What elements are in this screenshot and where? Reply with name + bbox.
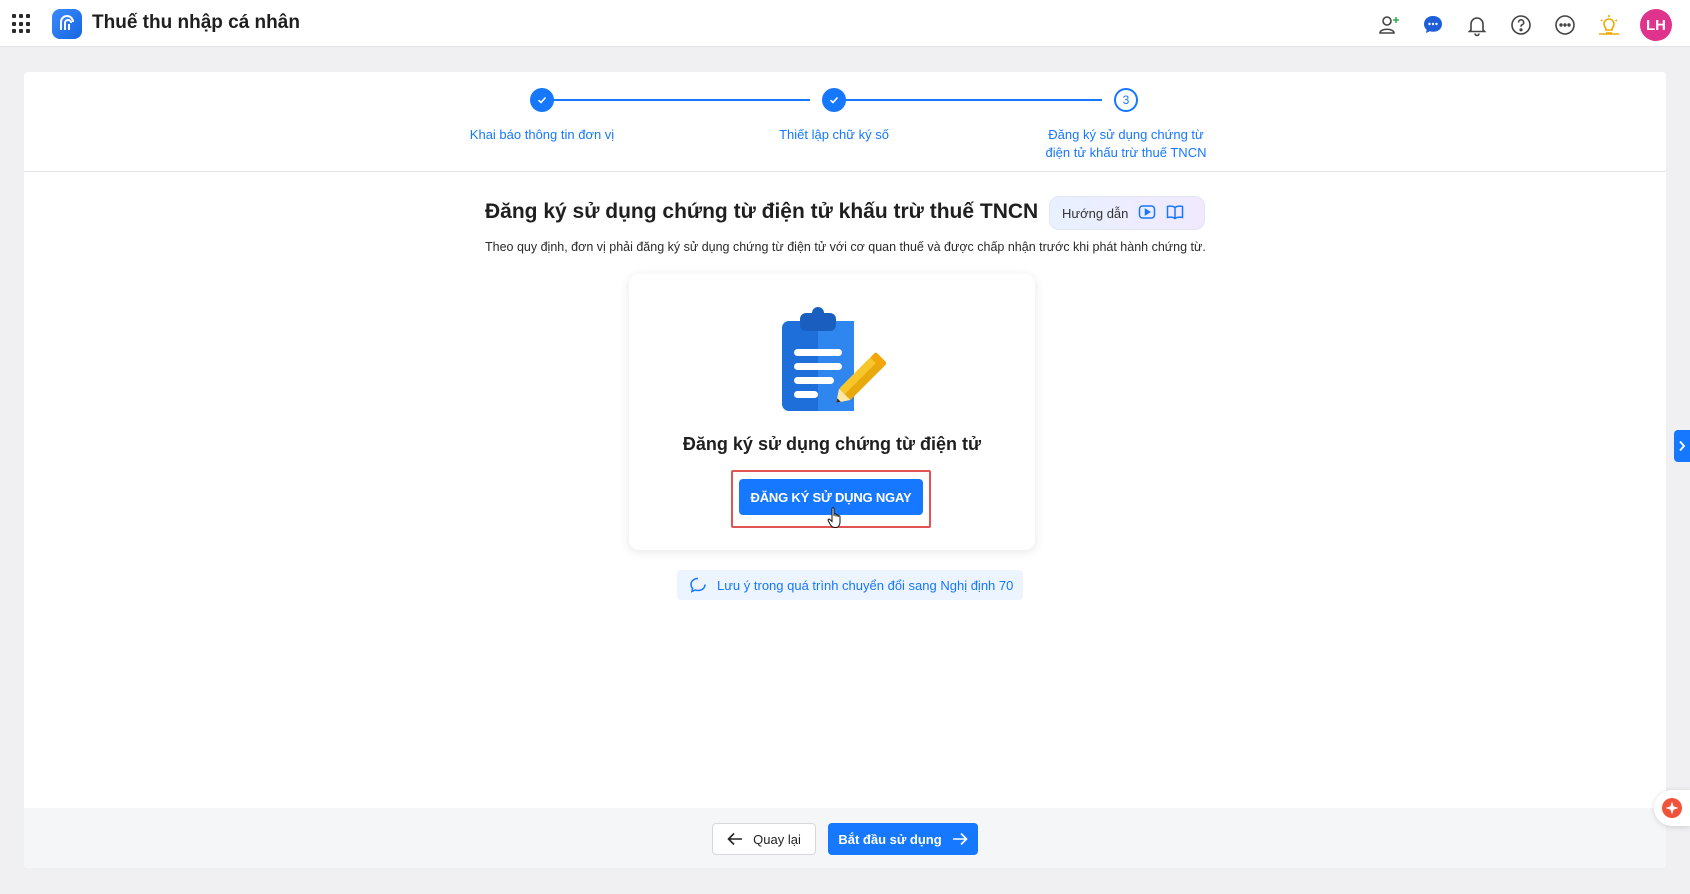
footer-bar: Quay lại Bắt đầu sử dụng — [24, 808, 1666, 868]
back-label: Quay lại — [753, 831, 801, 847]
step-1-check-icon — [530, 88, 554, 112]
back-button[interactable]: Quay lại — [712, 823, 816, 855]
assistant-button[interactable] — [1654, 790, 1690, 826]
video-icon[interactable] — [1138, 204, 1156, 223]
page-description: Theo quy định, đơn vị phải đăng ký sử dụ… — [485, 240, 1206, 254]
idea-icon[interactable] — [1594, 10, 1624, 40]
add-user-icon[interactable] — [1374, 10, 1404, 40]
clipboard-pencil-icon — [782, 307, 886, 411]
guide-button[interactable]: Hướng dẫn — [1049, 196, 1205, 230]
help-icon[interactable] — [1506, 10, 1536, 40]
step-3-label[interactable]: Đăng ký sử dụng chứng từ điện tử khấu tr… — [1016, 126, 1236, 162]
side-panel-toggle[interactable] — [1674, 430, 1690, 462]
chat-bubble-icon — [690, 577, 706, 593]
main-card: 3 Khai báo thông tin đơn vị Thiết lập ch… — [24, 72, 1666, 868]
more-icon[interactable] — [1550, 10, 1580, 40]
step-3-label-line2: điện tử khấu trừ thuế TNCN — [1045, 145, 1207, 160]
step-1-label[interactable]: Khai báo thông tin đơn vị — [442, 126, 642, 144]
assistant-icon — [1662, 798, 1682, 818]
user-avatar[interactable]: LH — [1640, 9, 1672, 41]
step-2-label[interactable]: Thiết lập chữ ký số — [734, 126, 934, 144]
chat-icon[interactable] — [1418, 10, 1448, 40]
top-icons: LH — [1374, 9, 1672, 41]
arrow-right-icon — [952, 832, 968, 846]
step-2-check-icon — [822, 88, 846, 112]
chevron-right-icon — [1679, 440, 1686, 452]
step-connector-1 — [542, 99, 810, 101]
note-link[interactable]: Lưu ý trong quá trình chuyển đổi sang Ng… — [677, 570, 1023, 600]
page-title: Đăng ký sử dụng chứng từ điện tử khấu tr… — [485, 200, 1039, 223]
apps-grid-icon[interactable] — [12, 14, 32, 34]
top-bar: Thuế thu nhập cá nhân LH — [0, 0, 1690, 47]
step-connector-2 — [834, 99, 1102, 101]
start-using-button[interactable]: Bắt đầu sử dụng — [828, 823, 978, 855]
book-icon[interactable] — [1166, 204, 1184, 223]
step-3-label-line1: Đăng ký sử dụng chứng từ — [1048, 127, 1204, 142]
note-link-text: Lưu ý trong quá trình chuyển đổi sang Ng… — [717, 577, 1014, 593]
register-card: Đăng ký sử dụng chứng từ điện tử ĐĂNG KÝ… — [629, 274, 1035, 550]
register-heading: Đăng ký sử dụng chứng từ điện tử — [682, 434, 982, 454]
app-title: Thuế thu nhập cá nhân — [92, 12, 300, 33]
hand-cursor-icon — [827, 507, 841, 529]
stepper: 3 Khai báo thông tin đơn vị Thiết lập ch… — [24, 72, 1666, 172]
bell-icon[interactable] — [1462, 10, 1492, 40]
start-label: Bắt đầu sử dụng — [838, 831, 942, 847]
app-logo-icon — [52, 9, 82, 39]
guide-label: Hướng dẫn — [1062, 205, 1129, 221]
step-3-number: 3 — [1114, 88, 1138, 112]
arrow-left-icon — [727, 832, 743, 846]
